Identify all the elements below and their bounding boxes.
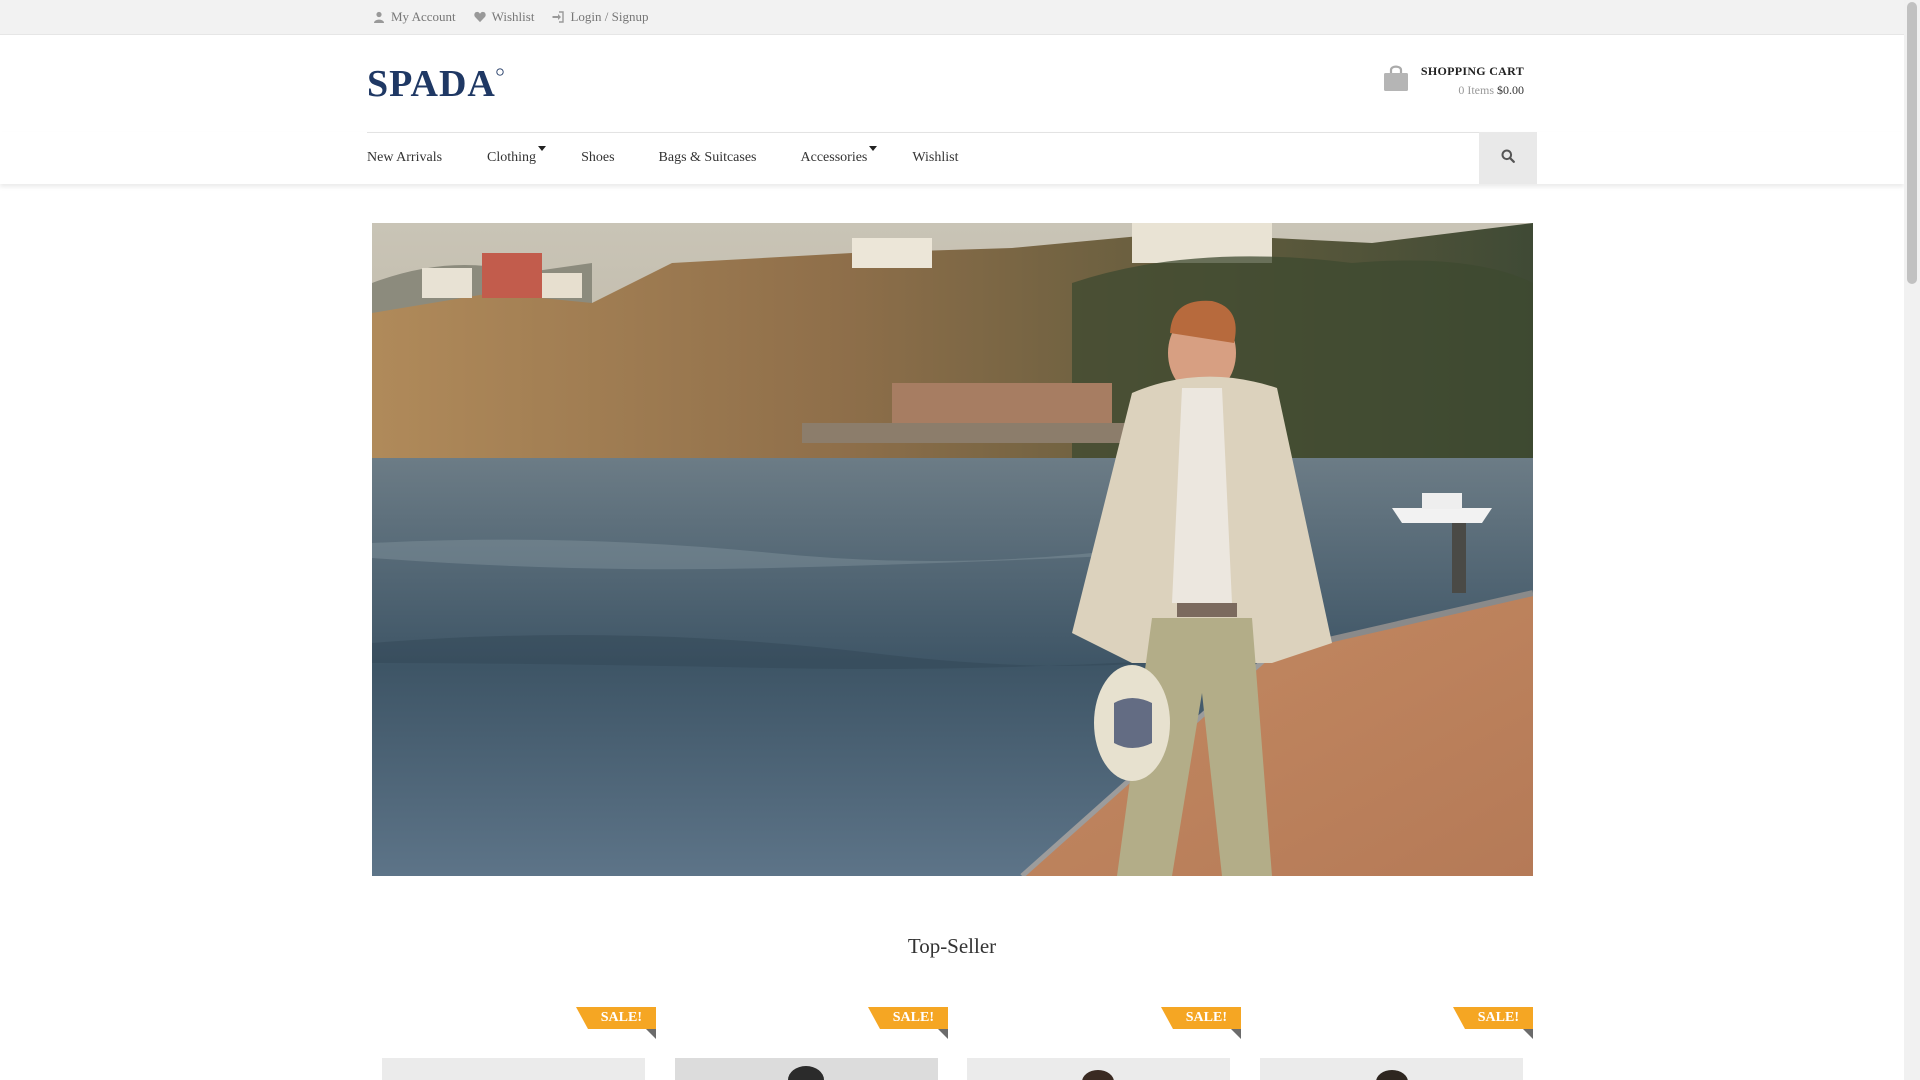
nav-item-new-arrivals[interactable]: New Arrivals <box>367 150 448 166</box>
my-account-link[interactable]: My Account <box>373 9 456 25</box>
nav-item-accessories-label: Accessories <box>800 150 868 165</box>
site-header: SPADA SHOPPING CART 0 Items $0.00 <box>0 34 1904 132</box>
hero-banner[interactable] <box>372 223 1533 876</box>
sale-badge-fold <box>1231 1029 1241 1039</box>
product-image[interactable] <box>675 1058 938 1080</box>
search-icon <box>1501 149 1515 168</box>
login-signup-link[interactable]: Login / Signup <box>552 9 648 25</box>
sale-badge-fold <box>938 1029 948 1039</box>
cart-meta: 0 Items $0.00 <box>1421 83 1524 98</box>
nav-item-clothing[interactable]: Clothing <box>487 146 547 166</box>
section-title: Top-Seller <box>907 934 997 958</box>
product-card[interactable]: SALE! <box>658 1005 948 1080</box>
sign-in-icon <box>552 11 565 23</box>
heart-icon <box>473 11 486 23</box>
scrollbar-thumb[interactable] <box>1907 2 1917 284</box>
dropdown-caret-icon <box>869 146 878 151</box>
sale-badge-fold <box>646 1029 656 1039</box>
cart-total: $0.00 <box>1497 83 1524 97</box>
main-navigation: New Arrivals Clothing Shoes Bags & Suitc… <box>0 132 1904 184</box>
sale-badge-fold <box>1523 1029 1533 1039</box>
wishlist-link[interactable]: Wishlist <box>473 9 535 25</box>
product-image[interactable] <box>967 1058 1230 1080</box>
sale-badge: SALE! <box>1453 1007 1533 1029</box>
product-card[interactable]: SALE! <box>1243 1005 1533 1080</box>
nav-item-accessories[interactable]: Accessories <box>800 146 878 166</box>
product-image[interactable] <box>1260 1058 1523 1080</box>
my-account-label: My Account <box>391 9 456 24</box>
login-signup-label: Login / Signup <box>570 9 649 24</box>
cart-item-count: 0 Items <box>1458 83 1494 97</box>
nav-item-bags-suitcases[interactable]: Bags & Suitcases <box>659 150 763 166</box>
nav-item-wishlist[interactable]: Wishlist <box>912 150 964 166</box>
vertical-scrollbar[interactable] <box>1904 0 1920 1080</box>
product-card[interactable]: SALE! <box>951 1005 1241 1080</box>
sale-badge: SALE! <box>576 1007 656 1029</box>
svg-text:SPADA: SPADA <box>367 64 496 102</box>
top-utility-bar: My Account Wishlist Login / Signup <box>0 0 1904 35</box>
user-icon <box>373 11 385 23</box>
product-image[interactable] <box>382 1058 645 1080</box>
product-card[interactable]: SALE! <box>366 1005 656 1080</box>
search-button[interactable] <box>1479 132 1537 184</box>
page: My Account Wishlist Login / Signup SPADA <box>0 0 1904 1080</box>
nav-item-shoes[interactable]: Shoes <box>581 150 620 166</box>
sale-badge: SALE! <box>868 1007 948 1029</box>
shopping-bag-icon <box>1383 64 1409 92</box>
wishlist-label: Wishlist <box>491 9 535 24</box>
dropdown-caret-icon <box>538 146 547 151</box>
spada-logo[interactable]: SPADA <box>367 63 507 105</box>
sale-badge: SALE! <box>1161 1007 1241 1029</box>
top-links: My Account Wishlist Login / Signup <box>373 0 648 34</box>
cart-title: SHOPPING CART <box>1420 64 1524 78</box>
nav-item-clothing-label: Clothing <box>487 150 537 165</box>
nav-items: New Arrivals Clothing Shoes Bags & Suitc… <box>367 132 965 184</box>
cart-summary: SHOPPING CART 0 Items $0.00 <box>1421 64 1524 98</box>
shopping-cart[interactable]: SHOPPING CART 0 Items $0.00 <box>1383 64 1524 98</box>
hero-image <box>372 223 1533 876</box>
